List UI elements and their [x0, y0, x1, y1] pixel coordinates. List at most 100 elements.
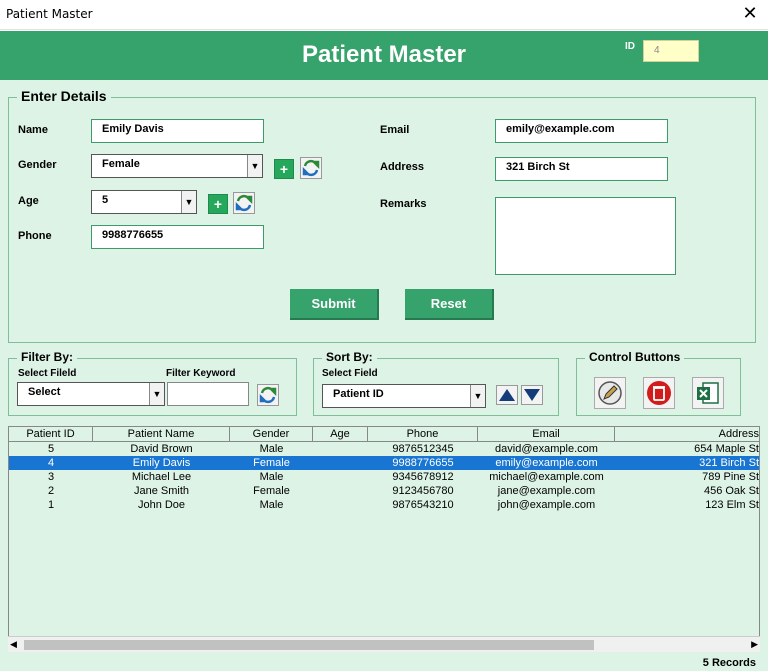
cell: John Doe: [137, 499, 186, 511]
cell: 9876543210: [392, 499, 454, 511]
cell: 9345678912: [392, 471, 454, 483]
filter-keyword-input[interactable]: [167, 382, 249, 406]
excel-icon: [697, 382, 719, 404]
form-header: Patient Master ID 4: [0, 31, 768, 80]
phone-label: Phone: [18, 230, 52, 242]
col-header[interactable]: Patient ID: [9, 427, 93, 442]
chevron-down-icon[interactable]: ▼: [470, 385, 485, 407]
remarks-field[interactable]: [495, 197, 676, 275]
col-header[interactable]: Email: [478, 427, 615, 442]
scroll-right-icon[interactable]: ▶: [751, 639, 758, 650]
cell: emily@example.com: [495, 457, 598, 469]
delete-button[interactable]: [643, 377, 675, 409]
address-field[interactable]: 321 Birch St: [495, 157, 668, 181]
col-header[interactable]: Age: [313, 427, 368, 442]
chevron-down-icon[interactable]: ▼: [181, 191, 196, 213]
filter-field-label: Select Fileld: [18, 368, 77, 379]
name-field[interactable]: Emily Davis: [91, 119, 264, 143]
add-age-button[interactable]: +: [208, 194, 228, 214]
cell: 321 Birch St: [699, 457, 759, 469]
delete-icon: [647, 381, 671, 405]
enter-details-legend: Enter Details: [17, 88, 111, 104]
sort-descending-button[interactable]: [521, 385, 543, 405]
export-excel-button[interactable]: [692, 377, 724, 409]
cell: David Brown: [130, 443, 193, 455]
control-buttons-legend: Control Buttons: [585, 350, 685, 364]
cell: 5: [47, 443, 55, 455]
filter-legend: Filter By:: [17, 350, 78, 364]
col-header[interactable]: Address: [615, 427, 759, 442]
edit-button[interactable]: [594, 377, 626, 409]
refresh-gender-button[interactable]: [300, 157, 322, 179]
cell: Male: [259, 499, 284, 511]
id-field[interactable]: 4: [643, 40, 699, 62]
submit-button[interactable]: Submit: [290, 289, 379, 320]
triangle-up-icon: [499, 389, 515, 401]
filter-field-value: Select: [28, 386, 61, 398]
phone-field[interactable]: 9988776655: [91, 225, 264, 249]
table-row[interactable]: 2 Jane Smith Female 9123456780 jane@exam…: [9, 484, 759, 498]
cell: [313, 484, 368, 498]
patient-list[interactable]: Patient ID Patient Name Gender Age Phone…: [8, 426, 760, 652]
cell: 654 Maple St: [694, 443, 759, 455]
refresh-age-button[interactable]: [233, 192, 255, 214]
chevron-down-icon[interactable]: ▼: [247, 155, 262, 177]
name-label: Name: [18, 124, 48, 136]
horizontal-scrollbar[interactable]: ◀ ▶: [8, 636, 760, 652]
cell: 9876512345: [392, 443, 454, 455]
table-row[interactable]: 3 Michael Lee Male 9345678912 michael@ex…: [9, 470, 759, 484]
window-title: Patient Master: [6, 7, 93, 21]
cell: [313, 442, 368, 456]
scroll-thumb[interactable]: [24, 640, 594, 650]
remarks-label: Remarks: [380, 198, 427, 210]
id-label: ID: [625, 41, 635, 52]
filter-keyword-label: Filter Keyword: [166, 368, 236, 379]
cell: 9988776655: [392, 457, 454, 469]
edit-icon: [598, 381, 622, 405]
refresh-icon: [235, 194, 253, 212]
col-header[interactable]: Gender: [230, 427, 313, 442]
sort-ascending-button[interactable]: [496, 385, 518, 405]
col-header[interactable]: Patient Name: [93, 427, 230, 442]
age-select-value: 5: [102, 194, 109, 206]
cell: jane@example.com: [497, 485, 596, 497]
gender-select-value: Female: [102, 158, 140, 170]
cell: 9123456780: [392, 485, 454, 497]
cell: 456 Oak St: [703, 485, 759, 497]
close-icon[interactable]: ✕: [740, 3, 760, 25]
gender-select[interactable]: Female ▼: [91, 154, 263, 178]
cell: [313, 456, 368, 470]
record-count: 5 Records: [702, 657, 756, 669]
cell: david@example.com: [495, 443, 598, 455]
sort-field-select[interactable]: Patient ID ▼: [322, 384, 486, 408]
scroll-left-icon[interactable]: ◀: [10, 639, 17, 650]
cell: Male: [259, 471, 284, 483]
patient-form: Patient Master ID 4 Enter Details Name E…: [0, 31, 768, 671]
email-label: Email: [380, 124, 410, 136]
sort-legend: Sort By:: [322, 350, 377, 364]
reset-button[interactable]: Reset: [405, 289, 494, 320]
filter-field-select[interactable]: Select ▼: [17, 382, 165, 406]
sort-field-value: Patient ID: [333, 388, 384, 400]
age-select[interactable]: 5 ▼: [91, 190, 197, 214]
window-titlebar: Patient Master ✕: [0, 0, 768, 30]
table-row-selected[interactable]: 4 Emily Davis Female 9988776655 emily@ex…: [9, 456, 759, 470]
address-label: Address: [380, 161, 425, 173]
col-header[interactable]: Phone: [368, 427, 478, 442]
cell: john@example.com: [497, 499, 596, 511]
cell: 123 Elm St: [705, 499, 759, 511]
cell: 3: [47, 471, 55, 483]
filter-refresh-button[interactable]: [257, 384, 279, 406]
cell: [313, 470, 368, 484]
cell: Emily Davis: [132, 457, 191, 469]
table-row[interactable]: 1 John Doe Male 9876543210 john@example.…: [9, 498, 759, 512]
email-field[interactable]: emily@example.com: [495, 119, 668, 143]
add-gender-button[interactable]: +: [274, 159, 294, 179]
table-row[interactable]: 5 David Brown Male 9876512345 david@exam…: [9, 442, 759, 456]
patient-list-header: Patient ID Patient Name Gender Age Phone…: [9, 427, 759, 442]
cell: Jane Smith: [133, 485, 190, 497]
gender-label: Gender: [18, 159, 57, 171]
refresh-icon: [302, 159, 320, 177]
chevron-down-icon[interactable]: ▼: [149, 383, 164, 405]
cell: 2: [47, 485, 55, 497]
